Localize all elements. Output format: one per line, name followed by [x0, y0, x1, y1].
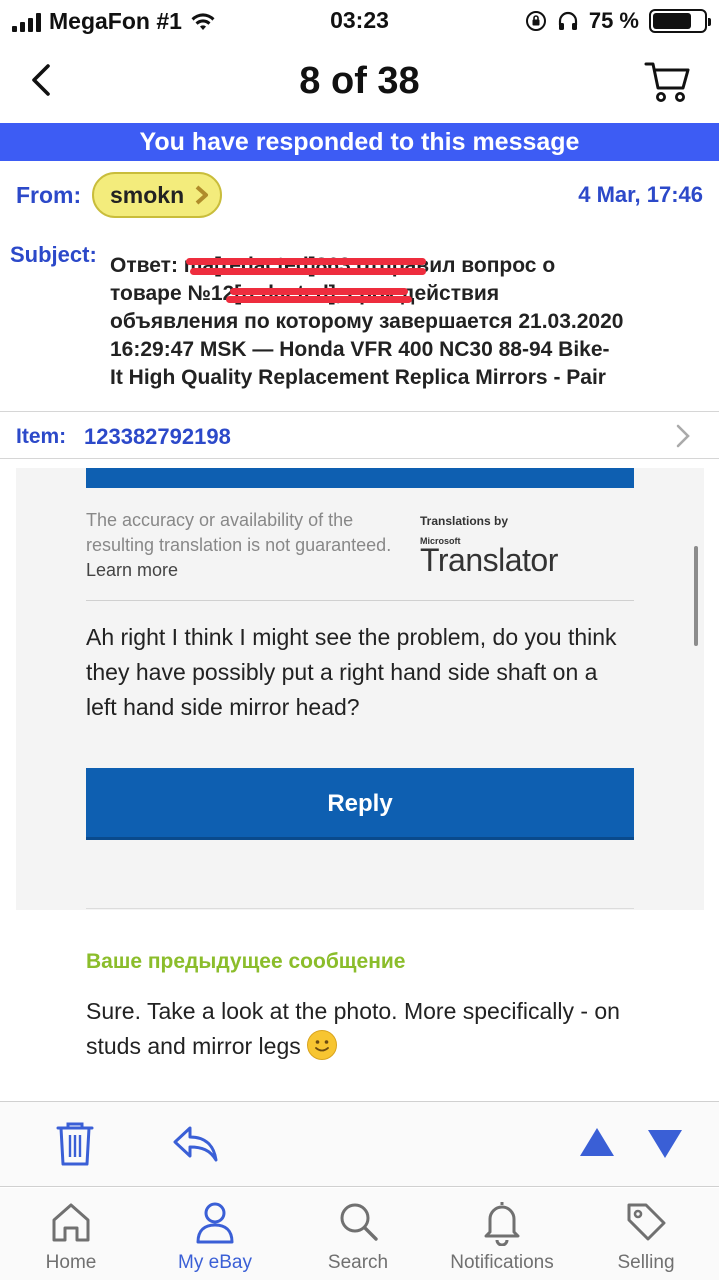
- chevron-right-icon: [676, 424, 690, 448]
- responded-banner: You have responded to this message: [0, 123, 719, 161]
- tag-icon: [627, 1203, 666, 1241]
- divider: [86, 908, 634, 909]
- learn-more-link[interactable]: Learn more: [86, 560, 178, 580]
- chevron-right-icon: [195, 185, 209, 205]
- smile-emoji-icon: [307, 1030, 338, 1060]
- tab-search[interactable]: Search: [288, 1198, 428, 1274]
- tab-home[interactable]: Home: [1, 1198, 141, 1274]
- previous-message-heading: Ваше предыдущее сообщение: [86, 950, 406, 973]
- translator-logo: Translations by Microsoft Translator: [420, 514, 580, 579]
- bell-icon: [484, 1202, 520, 1246]
- battery-icon: [649, 9, 711, 33]
- tab-label: Selling: [617, 1252, 675, 1273]
- message-date: 4 Mar, 17:46: [578, 182, 703, 207]
- subject-row: Subject: Ответ: ma[redacted]863 отправил…: [0, 236, 719, 412]
- trash-icon[interactable]: [50, 1118, 100, 1168]
- user-icon: [196, 1202, 234, 1244]
- tab-selling[interactable]: Selling: [576, 1198, 716, 1274]
- previous-message-text: Sure. Take a look at the photo. More spe…: [86, 998, 620, 1059]
- tab-label: My eBay: [178, 1252, 252, 1273]
- message-card: The accuracy or availability of the resu…: [16, 468, 704, 910]
- translator-by: Translations by: [420, 514, 509, 528]
- previous-message-arrow-icon[interactable]: [572, 1118, 622, 1168]
- subject-line: Ответ: ma[redacted]863 отправил вопрос о: [110, 254, 556, 277]
- battery-level: [653, 13, 691, 29]
- tab-label: Notifications: [450, 1252, 554, 1273]
- headphones-icon: [558, 11, 577, 30]
- orientation-lock-icon: [525, 11, 546, 31]
- search-icon: [340, 1203, 378, 1241]
- item-label: Item:: [16, 425, 67, 448]
- translation-disclaimer: The accuracy or availability of the resu…: [86, 508, 396, 583]
- translator-name: Translator: [420, 542, 558, 578]
- redaction-mark: [186, 258, 426, 265]
- message-action-bar: [0, 1101, 719, 1187]
- status-bar: MegaFon #1 03:23 75 %: [0, 0, 719, 40]
- reply-arrow-icon[interactable]: [170, 1118, 220, 1168]
- tab-label: Search: [327, 1252, 389, 1273]
- message-header-bar: [86, 468, 634, 488]
- home-icon: [52, 1203, 90, 1242]
- message-body: Ah right I think I might see the problem…: [86, 624, 617, 720]
- divider: [86, 600, 634, 601]
- cart-icon[interactable]: [643, 56, 693, 106]
- sender-name: smokn: [110, 182, 185, 208]
- subject-line: It High Quality Replacement Replica Mirr…: [110, 366, 606, 389]
- reply-button[interactable]: Reply: [86, 768, 634, 840]
- from-label: From:: [16, 182, 82, 208]
- from-row: From: smokn 4 Mar, 17:46: [0, 168, 719, 224]
- subject-line: товаре №12[redacted], срок действия: [110, 282, 500, 305]
- tab-label: Home: [45, 1252, 97, 1273]
- redaction-mark: [190, 268, 426, 275]
- tab-bar: Home My eBay Search Notifications Sellin…: [0, 1188, 719, 1280]
- redaction-mark: [230, 288, 408, 295]
- subject-line: 16:29:47 MSK — Honda VFR 400 NC30 88-94 …: [110, 338, 610, 361]
- redaction-mark: [226, 296, 412, 303]
- previous-message-body: Sure. Take a look at the photo. More spe…: [86, 994, 646, 1064]
- page-title: 8 of 38: [299, 60, 420, 102]
- sender-chip[interactable]: smokn: [92, 172, 223, 218]
- subject-line: объявления по которому завершается 21.03…: [110, 310, 624, 333]
- tab-my-ebay[interactable]: My eBay: [145, 1198, 285, 1274]
- scrollbar[interactable]: [694, 546, 698, 646]
- nav-bar: 8 of 38: [0, 44, 719, 120]
- next-message-arrow-icon[interactable]: [640, 1118, 690, 1168]
- item-number[interactable]: 123382792198: [84, 424, 231, 450]
- status-icons: 75 %: [525, 8, 711, 34]
- tab-notifications[interactable]: Notifications: [432, 1198, 572, 1274]
- subject-label: Subject:: [10, 242, 97, 267]
- battery-percent: 75 %: [588, 8, 639, 33]
- disclaimer-text: The accuracy or availability of the resu…: [86, 510, 392, 555]
- item-row[interactable]: Item: 123382792198: [0, 413, 719, 459]
